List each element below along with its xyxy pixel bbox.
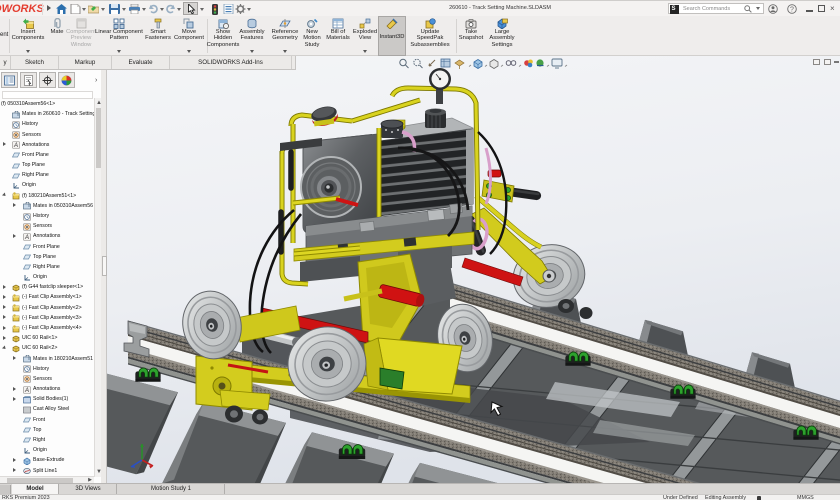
svg-text:?: ? [790,6,794,13]
svg-text:A: A [24,235,29,241]
svg-text:A: A [13,143,18,149]
svg-text:A: A [24,388,29,394]
